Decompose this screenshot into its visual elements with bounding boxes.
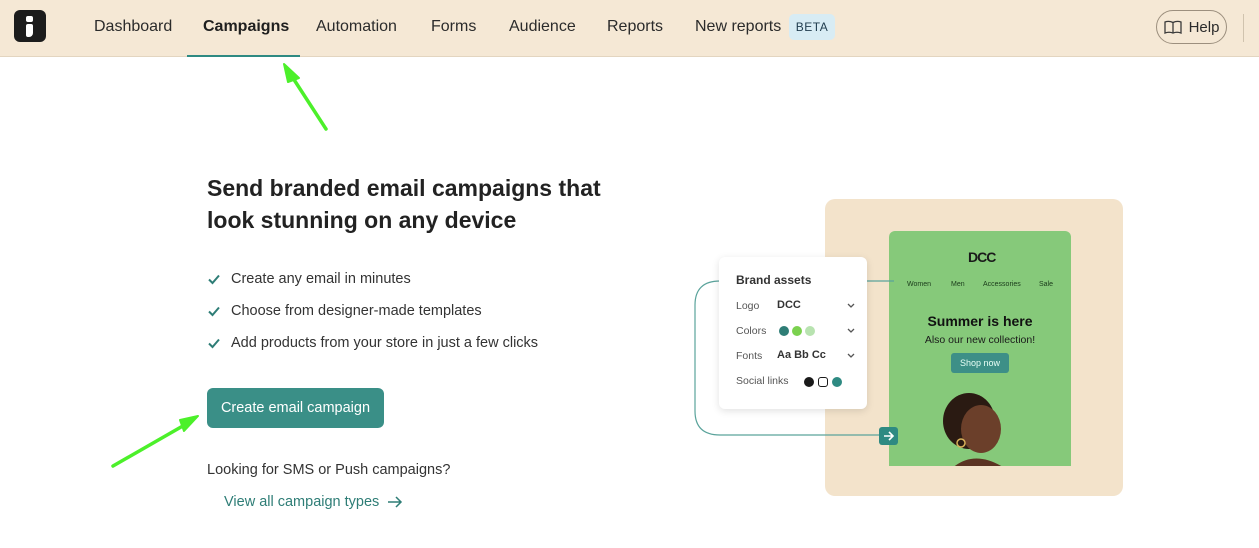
instagram-icon [818,377,828,387]
brand-row-logo-label: Logo [736,300,760,312]
arrow-right-icon [388,496,403,508]
email-nav-item: Sale [1039,281,1054,288]
color-swatch [779,326,789,336]
create-email-campaign-button[interactable]: Create email campaign [207,388,384,428]
email-nav-item: Women [907,281,931,288]
page-headline: Send branded email campaigns that look s… [207,175,601,233]
brand-row-fonts-label: Fonts [736,350,763,362]
nav-automation[interactable]: Automation [316,0,397,57]
app-logo-icon[interactable] [14,10,46,42]
check-icon [208,338,220,349]
nav-audience[interactable]: Audience [509,0,576,57]
facebook-icon [804,377,814,387]
feature-item: Add products from your store in just a f… [207,333,538,353]
feature-text: Add products from your store in just a f… [231,335,539,351]
check-icon [208,306,220,317]
nav-campaigns[interactable]: Campaigns [203,0,289,57]
color-swatch [792,326,802,336]
feature-item: Choose from designer-made templates [207,301,482,321]
email-shop-button: Shop now [951,353,1009,373]
chevron-down-icon [847,353,855,358]
email-subtitle: Also our new collection! [924,334,1036,346]
email-preview: DCC Women Men Accessories Sale Summer is… [889,231,1071,466]
chevron-down-icon [847,328,855,333]
brand-row-social-label: Social links [736,375,789,387]
brand-logo-value: DCC [777,299,801,311]
email-nav-item: Men [951,281,965,288]
email-title: Summer is here [927,313,1033,329]
email-logo: DCC [968,249,996,265]
campaigns-page: Dashboard Campaigns Automation Forms Aud… [0,0,1259,548]
email-nav-item: Accessories [983,281,1021,288]
brand-assets-card: Brand assets Logo DCC Colors Fonts Aa Bb… [719,257,867,409]
help-button[interactable]: Help [1156,10,1227,44]
beta-badge: BETA [789,14,835,40]
feature-text: Create any email in minutes [231,271,411,287]
add-social-icon [832,377,842,387]
link-label: View all campaign types [224,494,380,510]
brand-fonts-value: Aa Bb Cc [777,349,826,361]
nav-reports[interactable]: Reports [607,0,663,57]
nav-divider [1243,14,1244,42]
active-tab-indicator [187,55,300,57]
nav-new-reports[interactable]: New reports [695,0,781,57]
color-swatch [805,326,815,336]
top-navigation: Dashboard Campaigns Automation Forms Aud… [0,0,1259,57]
feature-item: Create any email in minutes [207,269,411,289]
feature-text: Choose from designer-made templates [231,303,482,319]
check-icon [208,274,220,285]
model-portrait-icon [943,393,1002,466]
sms-push-question: Looking for SMS or Push campaigns? [207,462,451,478]
nav-dashboard[interactable]: Dashboard [94,0,172,57]
nav-forms[interactable]: Forms [431,0,476,57]
chevron-down-icon [847,303,855,308]
help-label: Help [1188,18,1220,36]
brand-assets-title: Brand assets [736,273,812,287]
view-all-campaign-types-link[interactable]: View all campaign types [224,494,403,510]
forward-arrow-icon [879,427,898,445]
book-icon [1163,20,1182,34]
brand-row-colors-label: Colors [736,325,767,337]
